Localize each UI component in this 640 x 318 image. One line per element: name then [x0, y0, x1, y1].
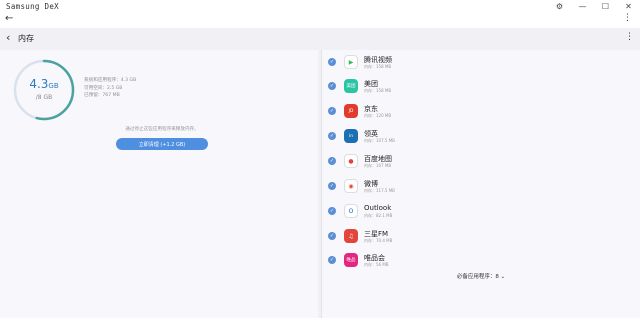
- checkbox-checked-icon[interactable]: ✓: [328, 182, 336, 190]
- checkbox-checked-icon[interactable]: ✓: [328, 58, 336, 66]
- clean-now-button[interactable]: 立即清理 (+1.2 GB): [116, 138, 208, 150]
- memory-used-value: 4.3: [29, 77, 49, 91]
- app-row[interactable]: ✓ JD 京东 内存：120 MB: [322, 101, 640, 125]
- tencent-video-icon: ▶: [344, 55, 358, 69]
- checkbox-checked-icon[interactable]: ✓: [328, 232, 336, 240]
- app-row[interactable]: ✓ ♫ 三星FM 内存：70.4 MB: [322, 226, 640, 250]
- checkbox-checked-icon[interactable]: ✓: [328, 107, 336, 115]
- checkbox-checked-icon[interactable]: ✓: [328, 157, 336, 165]
- window-controls: ⚙ — ☐ ✕: [548, 0, 640, 12]
- clean-notice: 通过停止这些应用程序来释放内存。: [125, 127, 199, 132]
- app-bar: ← ⋮: [0, 12, 640, 28]
- checkbox-checked-icon[interactable]: ✓: [328, 207, 336, 215]
- stat-system-apps: 系统和应用程序：4.3 GB: [84, 78, 137, 83]
- back-arrow-icon[interactable]: ←: [5, 13, 13, 24]
- app-row[interactable]: ✓ 美团 美团 内存：158 MB: [322, 76, 640, 100]
- app-row[interactable]: ✓ ◉ 微博 内存：117.5 MB: [322, 176, 640, 200]
- memory-stats: 系统和应用程序：4.3 GB 可用空间：2.5 GB 已预留：767 MB: [84, 77, 136, 100]
- memory-used: 4.3GB: [12, 78, 76, 93]
- stat-free-space: 可用空间：2.5 GB: [84, 85, 123, 91]
- weibo-icon: ◉: [344, 179, 358, 193]
- checkbox-checked-icon[interactable]: ✓: [328, 82, 336, 90]
- app-row[interactable]: ✓ 唯品 唯品会 内存：56 MB: [322, 250, 640, 274]
- memory-used-unit: GB: [48, 82, 59, 90]
- app-memory-size: 内存：107.5 MB: [364, 138, 395, 143]
- app-name: Outlook: [364, 204, 392, 212]
- app-row[interactable]: ✓ ▶ 腾讯视频 内存：158 MB: [322, 52, 640, 76]
- app-memory-size: 内存：117.5 MB: [364, 188, 395, 193]
- minimize-icon[interactable]: —: [571, 0, 594, 12]
- chevron-left-icon[interactable]: ‹: [6, 31, 10, 44]
- app-row[interactable]: ✓ O Outlook 内存：82.1 MB: [322, 201, 640, 225]
- close-icon[interactable]: ✕: [617, 0, 640, 12]
- baidu-map-icon: ●: [344, 154, 358, 168]
- app-memory-size: 内存：82.1 MB: [364, 213, 393, 218]
- page-header: ‹ 内存 ⋮: [0, 28, 640, 50]
- more-icon[interactable]: ⋮: [623, 13, 632, 23]
- gauge-readout: 4.3GB /8 GB: [12, 78, 76, 102]
- app-memory-size: 内存：56 MB: [364, 262, 389, 267]
- vip-icon: 唯品: [344, 253, 358, 267]
- jd-icon: JD: [344, 104, 358, 118]
- app-row[interactable]: ✓ in 领英 内存：107.5 MB: [322, 126, 640, 150]
- app-memory-size: 内存：70.4 MB: [364, 238, 393, 243]
- meituan-icon: 美团: [344, 79, 358, 93]
- window-title: Samsung DeX: [6, 1, 59, 11]
- maximize-icon[interactable]: ☐: [594, 0, 617, 12]
- app-memory-size: 内存：158 MB: [364, 64, 392, 69]
- checkbox-checked-icon[interactable]: ✓: [328, 256, 336, 264]
- app-row[interactable]: ✓ ● 百度地图 内存：107 MB: [322, 151, 640, 175]
- window-titlebar: Samsung DeX ⚙ — ☐ ✕: [0, 0, 640, 12]
- app-memory-size: 内存：120 MB: [364, 113, 392, 118]
- checkbox-checked-icon[interactable]: ✓: [328, 132, 336, 140]
- essential-apps-toggle[interactable]: 必备应用程序：8 ⌄: [322, 272, 640, 280]
- app-memory-size: 内存：158 MB: [364, 88, 392, 93]
- outlook-icon: O: [344, 204, 358, 218]
- samsung-fm-icon: ♫: [344, 229, 358, 243]
- app-list-panel: ✓ ▶ 腾讯视频 内存：158 MB ✓ 美团 美团 内存：158 MB ✓ JD 京东 内存：120…: [322, 50, 640, 318]
- linkedin-icon: in: [344, 129, 358, 143]
- page-title: 内存: [18, 34, 34, 43]
- app-memory-size: 内存：107 MB: [364, 163, 392, 168]
- memory-total: /8 GB: [35, 94, 53, 101]
- stat-reserved: 已预留：767 MB: [84, 93, 120, 99]
- settings-icon[interactable]: ⚙: [548, 0, 571, 12]
- memory-summary-panel: 4.3GB /8 GB 系统和应用程序：4.3 GB 可用空间：2.5 GB 已…: [0, 50, 318, 318]
- more-icon[interactable]: ⋮: [625, 32, 634, 42]
